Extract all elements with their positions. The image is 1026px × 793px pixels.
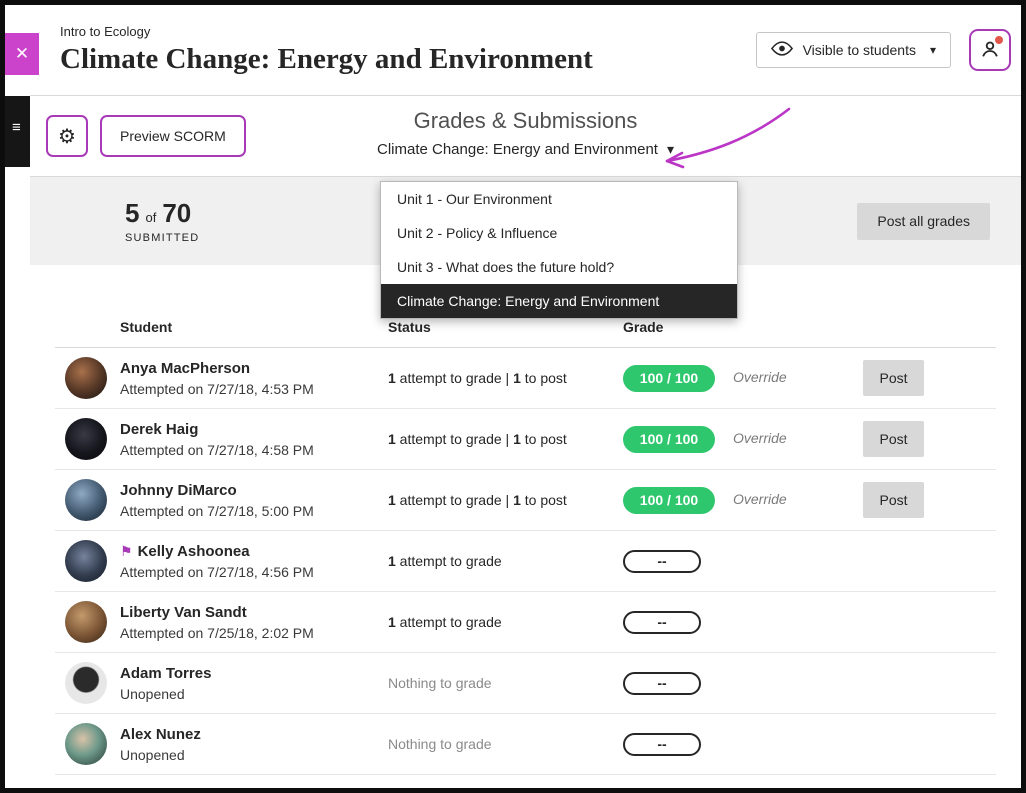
avatar	[65, 601, 107, 643]
grade-pill[interactable]: --	[623, 611, 701, 634]
attempt-info: Unopened	[120, 686, 388, 702]
of-label: of	[145, 210, 156, 225]
student-name[interactable]: Derek Haig	[120, 421, 198, 438]
table-row: Johnny DiMarco Attempted on 7/27/18, 5:0…	[55, 470, 996, 531]
visibility-dropdown-button[interactable]: Visible to students ▾	[756, 32, 951, 68]
grade-pill[interactable]: 100 / 100	[623, 365, 715, 392]
submitted-stats: 5 of 70 SUBMITTED	[125, 198, 199, 244]
column-status: Status	[388, 319, 623, 335]
close-icon[interactable]: ✕	[5, 33, 39, 75]
caret-down-icon: ▾	[667, 141, 674, 158]
student-name[interactable]: Adam Torres	[120, 665, 211, 682]
header-actions: Visible to students ▾	[756, 29, 1011, 71]
grade-pill[interactable]: --	[623, 550, 701, 573]
menu-icon[interactable]: ≡	[12, 120, 21, 135]
avatar	[65, 357, 107, 399]
avatar	[65, 662, 107, 704]
dropdown-item-selected[interactable]: Climate Change: Energy and Environment	[381, 284, 737, 318]
underlay-navbar: ≡	[5, 96, 30, 167]
table-row: Anya MacPherson Attempted on 7/27/18, 4:…	[55, 348, 996, 409]
post-button[interactable]: Post	[863, 360, 924, 396]
override-label[interactable]: Override	[733, 491, 787, 507]
page: ≡ Intro to Ecology Climate Change: Energ…	[5, 5, 1021, 788]
student-name[interactable]: Johnny DiMarco	[120, 482, 237, 499]
table-row: Liberty Van Sandt Attempted on 7/25/18, …	[55, 592, 996, 653]
table-row: Alex Nunez Unopened Nothing to grade --	[55, 714, 996, 775]
visibility-label: Visible to students	[803, 42, 916, 58]
submitted-label: SUBMITTED	[125, 232, 199, 244]
post-all-grades-button[interactable]: Post all grades	[857, 203, 990, 240]
page-title: Climate Change: Energy and Environment	[60, 44, 593, 76]
override-label[interactable]: Override	[733, 369, 787, 385]
status-cell: Nothing to grade	[388, 736, 623, 752]
eye-icon	[771, 41, 793, 59]
grade-pill[interactable]: 100 / 100	[623, 487, 715, 514]
total-count: 70	[162, 198, 191, 229]
status-cell: Nothing to grade	[388, 675, 623, 691]
avatar	[65, 723, 107, 765]
dropdown-item[interactable]: Unit 1 - Our Environment	[381, 182, 737, 216]
table-row: Derek Haig Attempted on 7/27/18, 4:58 PM…	[55, 409, 996, 470]
attempt-info: Unopened	[120, 747, 388, 763]
table-row: Adam Torres Unopened Nothing to grade --	[55, 653, 996, 714]
content-panel: Intro to Ecology Climate Change: Energy …	[30, 5, 1021, 788]
toolbar: ⚙ Preview SCORM Grades & Submissions Cli…	[30, 96, 1021, 177]
grades-table: Student Status Grade Anya MacPherson Att…	[55, 265, 996, 775]
avatar	[65, 418, 107, 460]
attempt-info: Attempted on 7/25/18, 2:02 PM	[120, 625, 388, 641]
panel-header: Intro to Ecology Climate Change: Energy …	[30, 5, 1021, 96]
section-title: Grades & Submissions	[30, 108, 1021, 134]
grade-pill[interactable]: 100 / 100	[623, 426, 715, 453]
content-item-dropdown: Unit 1 - Our Environment Unit 2 - Policy…	[380, 181, 738, 319]
title-block: Intro to Ecology Climate Change: Energy …	[60, 24, 593, 76]
post-button[interactable]: Post	[863, 482, 924, 518]
column-grade: Grade	[623, 319, 733, 335]
student-name[interactable]: Kelly Ashoonea	[138, 543, 250, 560]
status-cell: 1 attempt to grade | 1 to post	[388, 492, 623, 508]
flag-icon: ⚑	[120, 544, 133, 558]
student-name[interactable]: Anya MacPherson	[120, 360, 250, 377]
course-name: Intro to Ecology	[60, 24, 593, 39]
profile-button[interactable]	[969, 29, 1011, 71]
dropdown-item[interactable]: Unit 2 - Policy & Influence	[381, 216, 737, 250]
post-button[interactable]: Post	[863, 421, 924, 457]
grade-pill[interactable]: --	[623, 672, 701, 695]
status-cell: 1 attempt to grade	[388, 614, 623, 630]
avatar	[65, 479, 107, 521]
attempt-info: Attempted on 7/27/18, 4:53 PM	[120, 381, 388, 397]
dropdown-item[interactable]: Unit 3 - What does the future hold?	[381, 250, 737, 284]
student-name[interactable]: Alex Nunez	[120, 726, 201, 743]
status-cell: 1 attempt to grade | 1 to post	[388, 370, 623, 386]
item-selector[interactable]: Climate Change: Energy and Environment ▾	[377, 141, 674, 158]
attempt-info: Attempted on 7/27/18, 4:56 PM	[120, 564, 388, 580]
submitted-count: 5	[125, 198, 139, 229]
attempt-info: Attempted on 7/27/18, 4:58 PM	[120, 442, 388, 458]
column-student: Student	[120, 319, 388, 335]
override-label[interactable]: Override	[733, 430, 787, 446]
student-name[interactable]: Liberty Van Sandt	[120, 604, 247, 621]
item-selector-label: Climate Change: Energy and Environment	[377, 141, 658, 158]
status-cell: 1 attempt to grade	[388, 553, 623, 569]
notification-dot	[995, 36, 1003, 44]
attempt-info: Attempted on 7/27/18, 5:00 PM	[120, 503, 388, 519]
avatar	[65, 540, 107, 582]
browser-frame: ≡ Intro to Ecology Climate Change: Energ…	[0, 0, 1026, 793]
caret-down-icon: ▾	[930, 43, 936, 57]
status-cell: 1 attempt to grade | 1 to post	[388, 431, 623, 447]
table-row: ⚑ Kelly Ashoonea Attempted on 7/27/18, 4…	[55, 531, 996, 592]
toolbar-center: Grades & Submissions Climate Change: Ene…	[30, 108, 1021, 159]
grade-pill[interactable]: --	[623, 733, 701, 756]
